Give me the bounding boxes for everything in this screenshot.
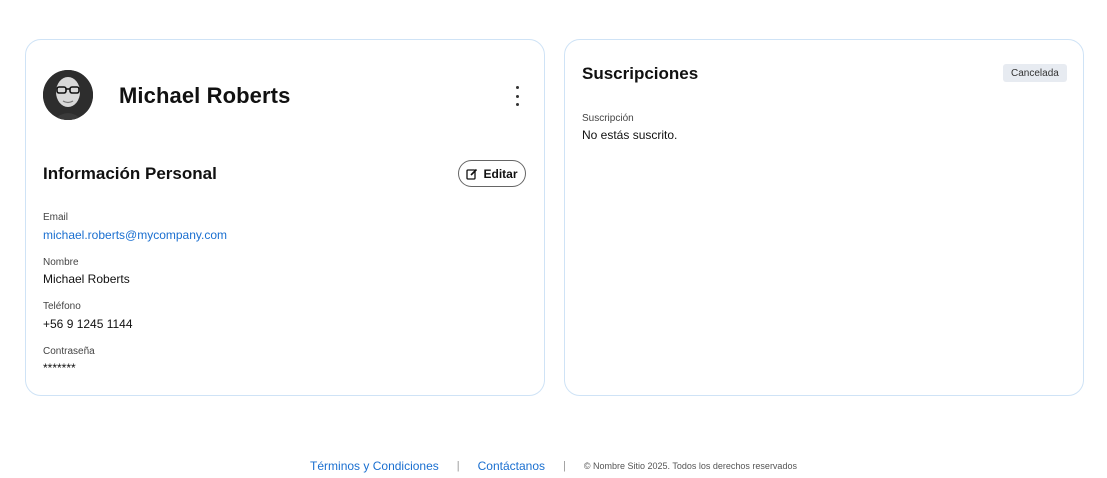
email-link[interactable]: michael.roberts@mycompany.com [43,228,227,242]
password-value: ******* [43,361,76,375]
subscription-label: Suscripción [582,113,634,124]
phone-value: +56 9 1245 1144 [43,317,133,331]
password-label: Contraseña [43,346,95,357]
status-badge: Cancelada [1003,64,1067,82]
terms-link[interactable]: Términos y Condiciones [310,459,439,473]
personal-info-card: Michael Roberts Información Personal Edi… [25,39,545,396]
name-label: Nombre [43,257,79,268]
subscription-value: No estás suscrito. [582,128,678,142]
contact-link[interactable]: Contáctanos [478,459,545,473]
user-photo-icon [43,70,93,120]
footer-separator: | [563,460,566,472]
edit-icon [466,168,478,180]
footer-separator: | [456,460,460,472]
more-vertical-icon[interactable] [504,84,530,108]
section-title-subscriptions: Suscripciones [582,64,699,83]
copyright-text: © Nombre Sitio 2025. Todos los derechos … [583,461,797,471]
email-label: Email [43,212,69,223]
phone-label: Teléfono [43,301,81,312]
subscriptions-card: Suscripciones Cancelada Suscripción No e… [564,39,1084,396]
section-title-personal-info: Información Personal [43,164,217,183]
avatar [43,70,93,120]
edit-button[interactable]: Editar [458,160,526,187]
edit-button-label: Editar [483,166,518,181]
profile-name: Michael Roberts [119,83,291,108]
name-value: Michael Roberts [43,272,130,286]
footer: Términos y Condiciones | Contáctanos | ©… [0,459,1107,473]
